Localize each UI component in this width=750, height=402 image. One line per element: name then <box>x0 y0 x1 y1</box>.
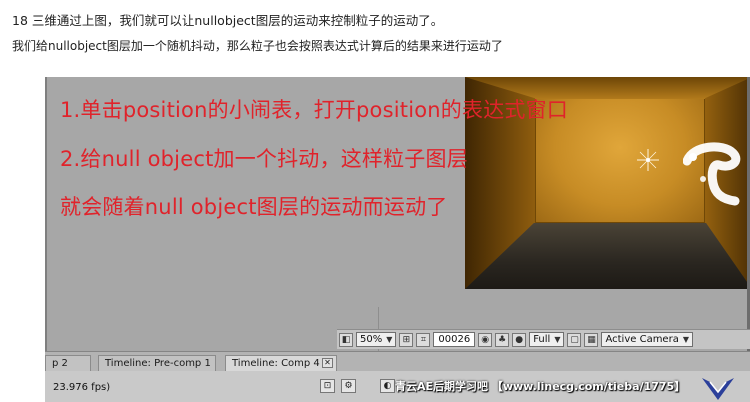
always-preview-icon[interactable]: ◧ <box>339 332 353 347</box>
tab-timeline-pre-comp-1[interactable]: Timeline: Pre-comp 1 <box>98 355 216 372</box>
viewer-toolbar: ◧ 50% ▼ ⊞ ⌗ 00026 ◉ ♣ ● Full ▼ ▢ ▦ Active … <box>337 329 750 349</box>
chevron-down-icon: ▼ <box>682 335 689 344</box>
safe-zones-icon[interactable]: ⊞ <box>399 332 414 347</box>
zoom-value: 50% <box>360 334 383 345</box>
3d-view-dropdown[interactable]: Active Camera ▼ <box>601 332 693 347</box>
frame-rate-label: 23.976 fps) <box>53 382 111 393</box>
live-update-icon[interactable]: ⚙ <box>341 379 356 393</box>
3d-view-value: Active Camera <box>605 334 679 345</box>
current-time-field[interactable]: 00026 <box>433 332 476 347</box>
chevron-down-icon: ▼ <box>554 335 561 344</box>
resolution-dropdown[interactable]: Full ▼ <box>529 332 565 347</box>
close-icon[interactable]: ✕ <box>322 358 333 368</box>
show-snapshot-icon[interactable]: ♣ <box>495 332 510 347</box>
zoom-dropdown[interactable]: 50% ▼ <box>356 332 397 347</box>
caption-line-2: 我们给nullobject图层加一个随机抖动，那么粒子也会按照表达式计算后的结果… <box>12 39 503 53</box>
annotation-line-1: 1.单击position的小闹表，打开position的表达式窗口 <box>60 98 568 122</box>
watermark-text: 青云AE后期学习吧 【www.linecg.com/tieba/1775】 <box>395 380 686 393</box>
tab-comp-2[interactable]: p 2 <box>45 355 91 372</box>
annotation-line-2: 2.给null object加一个抖动，这样粒子图层 <box>60 147 468 171</box>
transparency-grid-icon[interactable]: ▦ <box>584 332 599 347</box>
draft-3d-icon[interactable]: ◐ <box>380 379 395 393</box>
resolution-value: Full <box>533 334 551 345</box>
channel-rgb-icon[interactable]: ● <box>512 332 527 347</box>
chevron-down-icon: ▼ <box>386 335 393 344</box>
caption-line-1: 18 三维通过上图，我们就可以让nullobject图层的运动来控制粒子的运动了… <box>12 13 444 28</box>
snapshot-camera-icon[interactable]: ◉ <box>478 332 493 347</box>
timeline-tab-bar: p 2 Timeline: Pre-comp 1 Timeline: Comp … <box>45 351 750 372</box>
null-object-sparkle-icon <box>637 149 659 171</box>
comp-mini-flowchart-icon[interactable]: ⊡ <box>320 379 335 393</box>
particle-trail <box>683 142 741 206</box>
annotation-line-3: 就会随着null object图层的运动而运动了 <box>60 195 448 219</box>
tab-timeline-comp-4[interactable]: Timeline: Comp 4 <box>225 355 337 372</box>
watermark-logo-icon <box>702 378 734 400</box>
mask-view-icon[interactable]: ⌗ <box>416 332 431 347</box>
region-of-interest-icon[interactable]: ▢ <box>567 332 582 347</box>
